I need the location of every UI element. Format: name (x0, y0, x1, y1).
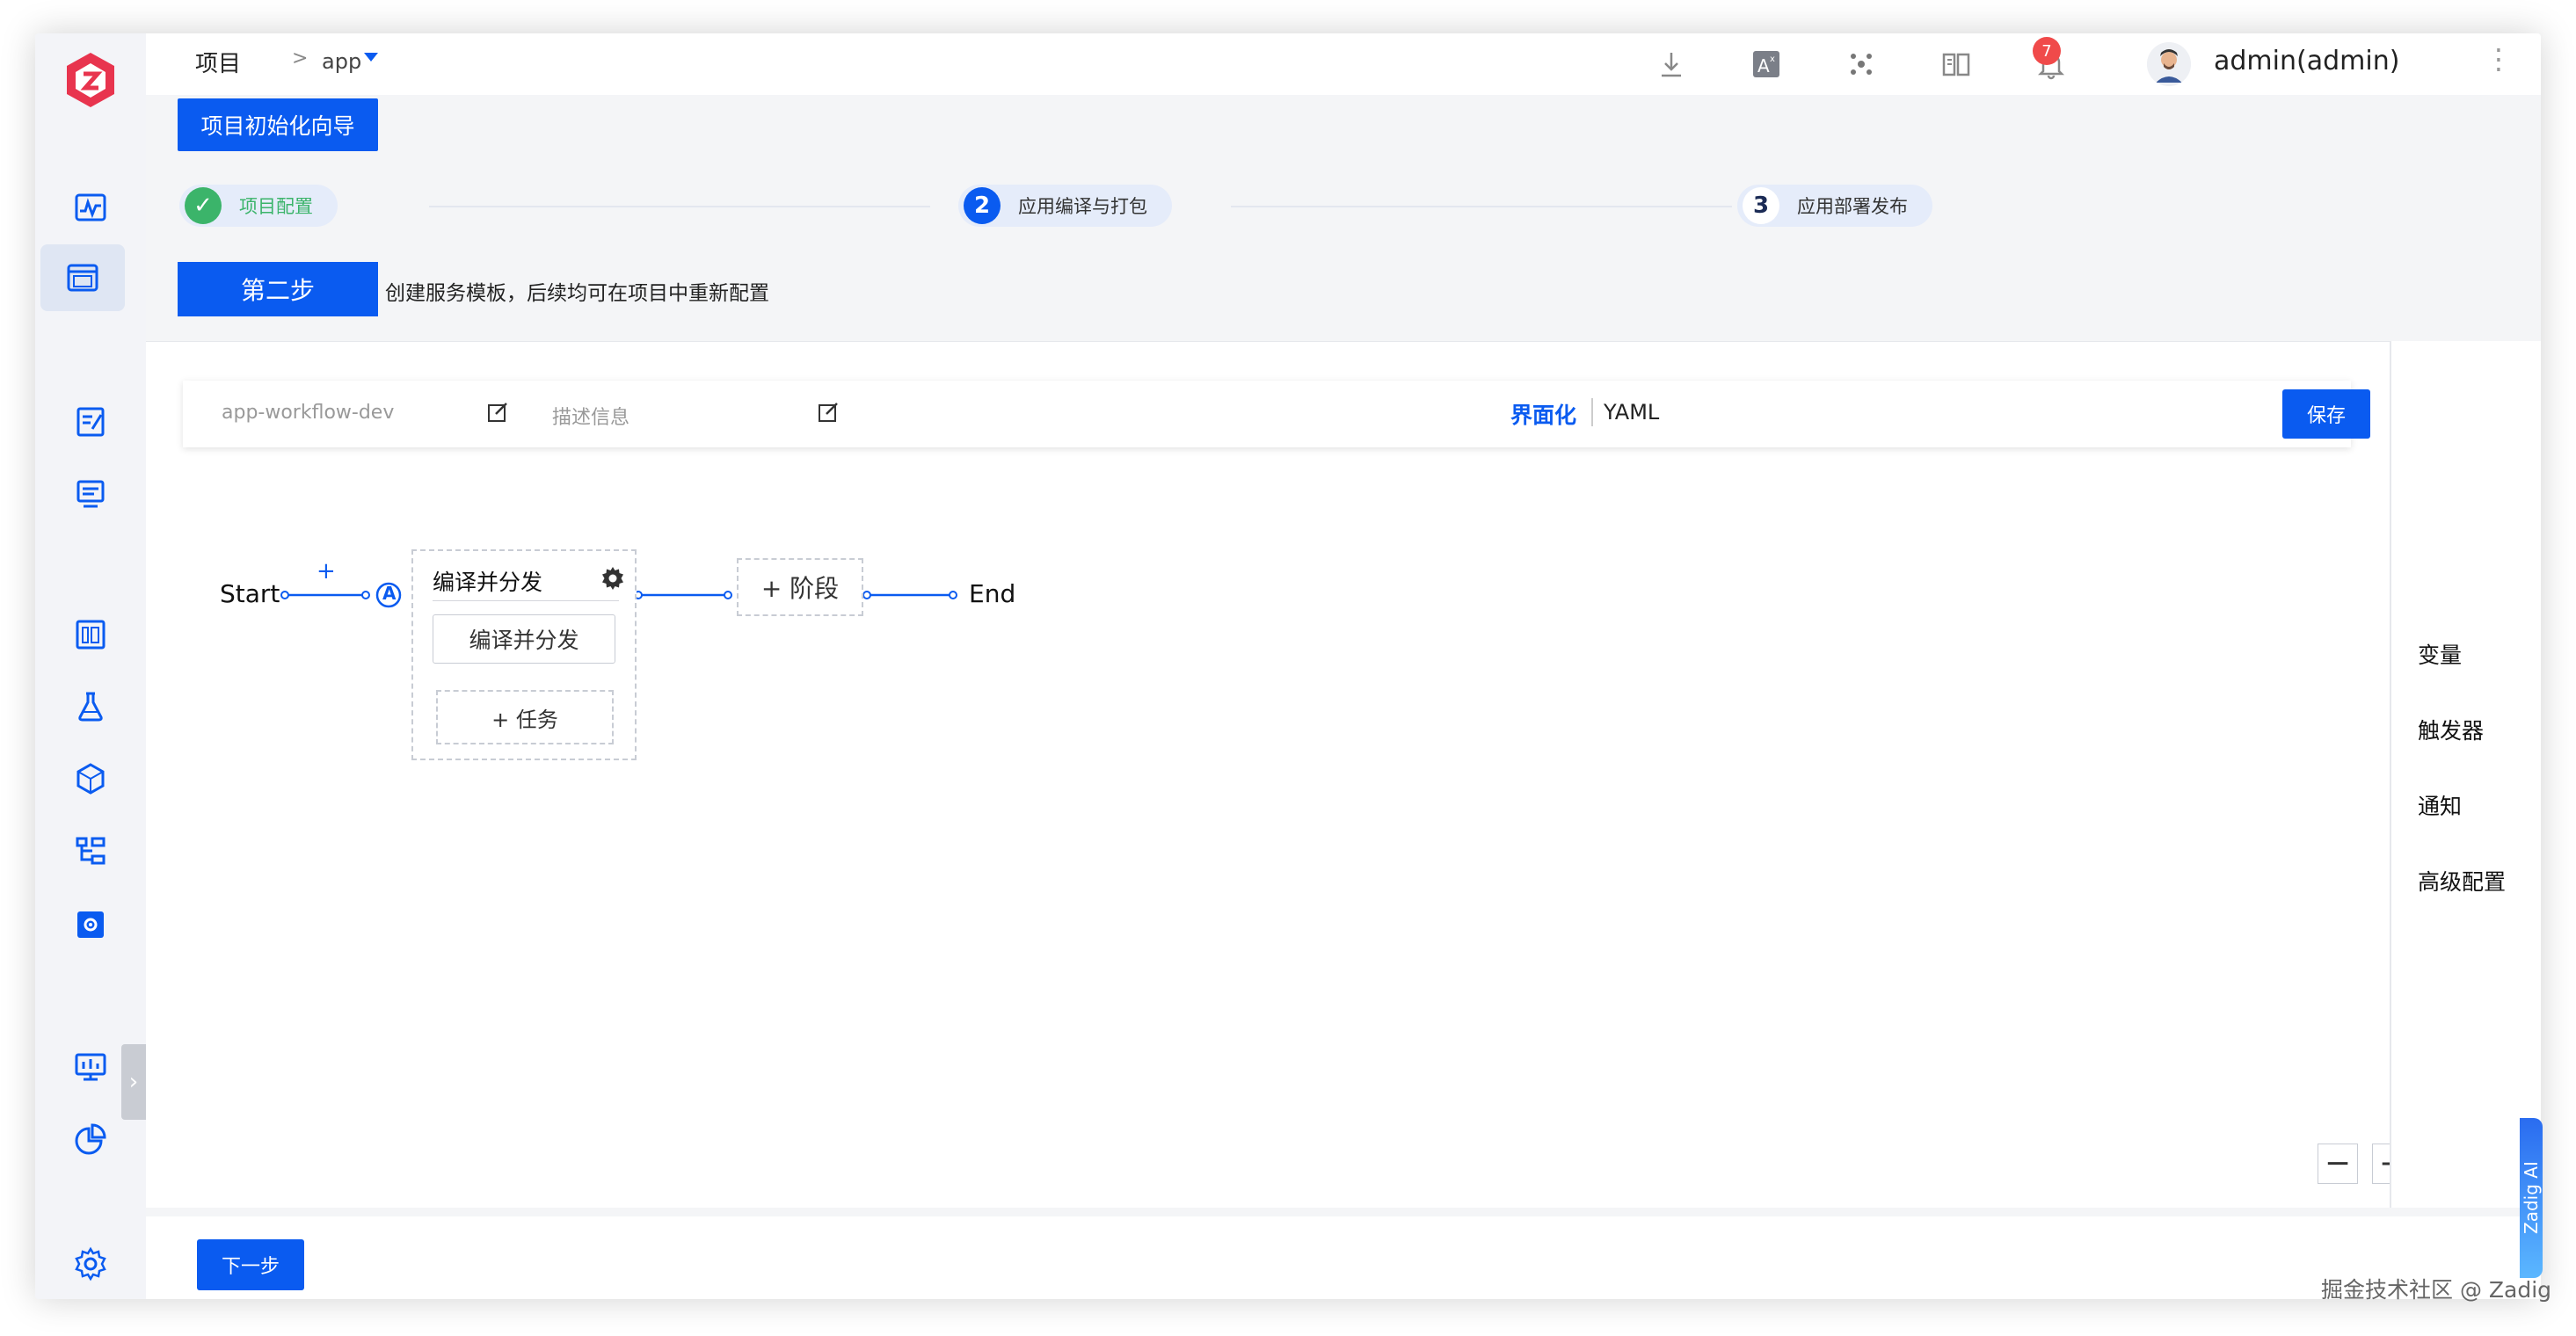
step-project-config: ✓ 项目配置 (179, 185, 338, 227)
step-build-package: 2 应用编译与打包 (958, 185, 1172, 227)
notification-badge: 7 (2033, 37, 2061, 65)
workflow-toolbar: app-workflow-dev 描述信息 界面化 YAML 保存 (183, 381, 2370, 447)
right-config-panel: 变量 触发器 通知 高级配置 (2390, 341, 2541, 1208)
check-icon: ✓ (185, 187, 222, 224)
zoom-out-button[interactable]: − (2318, 1144, 2358, 1184)
panel-item-variables[interactable]: 变量 (2418, 638, 2462, 670)
step-label: 项目配置 (239, 196, 313, 217)
dashboard-icon[interactable] (64, 181, 117, 234)
job-item[interactable]: 编译并分发 (433, 614, 615, 664)
breadcrumb-project[interactable]: 项目 (195, 46, 241, 78)
connector-dot (724, 591, 732, 599)
environment-icon[interactable] (64, 608, 117, 661)
workflow-icon[interactable] (64, 396, 117, 448)
project-icon[interactable] (40, 244, 125, 311)
release-icon[interactable] (64, 468, 117, 520)
settings-gear-icon[interactable] (64, 1238, 117, 1290)
edit-icon[interactable] (816, 400, 840, 425)
translate-icon[interactable]: Ax (1744, 42, 1788, 86)
plugin-dots-icon[interactable] (1839, 42, 1883, 86)
add-stage-plus[interactable]: + (317, 558, 336, 584)
user-name[interactable]: admin(admin) (2214, 46, 2399, 76)
panel-item-advanced[interactable]: 高级配置 (2418, 865, 2506, 897)
top-bar: 项目 > app Ax 7 admin(admin) ⋮ (146, 33, 2541, 95)
caret-down-icon[interactable] (364, 53, 378, 62)
add-stage-button[interactable]: + 阶段 (737, 558, 863, 616)
watermark: 掘金技术社区 @ Zadig (2321, 1277, 2552, 1303)
gear-icon[interactable] (600, 565, 626, 592)
mode-ui-tab[interactable]: 界面化 (1510, 398, 1576, 430)
step-label: 应用部署发布 (1797, 196, 1908, 217)
connector-dot (280, 591, 289, 599)
pipeline-connectors (280, 582, 957, 608)
svg-text:A: A (1757, 55, 1770, 76)
download-icon[interactable] (1649, 42, 1693, 86)
docs-book-icon[interactable] (1934, 42, 1978, 86)
current-step-description: 创建服务模板，后续均可在项目中重新配置 (385, 282, 769, 305)
more-vertical-icon[interactable]: ⋮ (2485, 42, 2513, 76)
app-window: › 项目 > app Ax 7 admin(admin) ⋮ 项目初始化向导 ✓… (35, 33, 2541, 1299)
step-number: 2 (964, 187, 1001, 224)
save-button[interactable]: 保存 (2282, 389, 2370, 439)
connector-dot (949, 591, 957, 599)
workflow-description-field[interactable]: 描述信息 (552, 402, 629, 430)
next-step-button[interactable]: 下一步 (197, 1239, 304, 1290)
pipeline-canvas: Start + A 编译并分发 编译并分发 + 任务 + 阶段 End (146, 474, 1377, 825)
connector-dot (862, 591, 871, 599)
footer-bar: 下一步 (146, 1216, 2541, 1299)
sidebar-collapse-toggle[interactable]: › (121, 1044, 146, 1120)
step-label: 应用编译与打包 (1018, 196, 1147, 217)
panel-item-triggers[interactable]: 触发器 (2418, 714, 2484, 745)
approval-marker-label: A (382, 583, 397, 604)
mode-yaml-tab[interactable]: YAML (1604, 400, 1659, 425)
svg-text:x: x (1770, 54, 1775, 64)
workflow-editor: app-workflow-dev 描述信息 界面化 YAML 保存 Start … (146, 341, 2412, 1208)
delivery-tree-icon[interactable] (64, 824, 117, 877)
pipeline-start: Start (220, 579, 280, 608)
step-deploy-release: 3 应用部署发布 (1737, 185, 1932, 227)
workflow-name[interactable]: app-workflow-dev (222, 402, 394, 424)
step-connector (429, 206, 930, 207)
step-number: 3 (1743, 187, 1779, 224)
stage-title: 编译并分发 (433, 570, 543, 595)
monitor-icon[interactable] (64, 1041, 117, 1093)
chevron-right-icon: › (128, 1069, 139, 1095)
wizard-title: 项目初始化向导 (178, 98, 378, 151)
divider (1591, 398, 1593, 426)
statistics-pie-icon[interactable] (64, 1113, 117, 1165)
ai-assistant-tab[interactable]: Zadig AI (2520, 1118, 2543, 1278)
zadig-logo[interactable] (62, 49, 120, 111)
stage-card[interactable]: 编译并分发 编译并分发 + 任务 (411, 549, 637, 760)
add-task-button[interactable]: + 任务 (436, 690, 614, 744)
system-settings-icon[interactable] (64, 898, 117, 951)
pipeline-end: End (969, 579, 1016, 608)
breadcrumb-separator: > (292, 47, 309, 69)
connector-dot (361, 591, 370, 599)
breadcrumb-app[interactable]: app (322, 49, 361, 74)
artifact-cube-icon[interactable] (64, 752, 117, 805)
edit-icon[interactable] (485, 400, 510, 425)
panel-item-notifications[interactable]: 通知 (2418, 789, 2462, 821)
sidebar: › (35, 33, 146, 1299)
step-connector (1231, 206, 1732, 207)
current-step-tag: 第二步 (178, 262, 378, 316)
divider (433, 600, 619, 601)
test-flask-icon[interactable] (64, 680, 117, 733)
user-avatar[interactable] (2147, 42, 2191, 86)
